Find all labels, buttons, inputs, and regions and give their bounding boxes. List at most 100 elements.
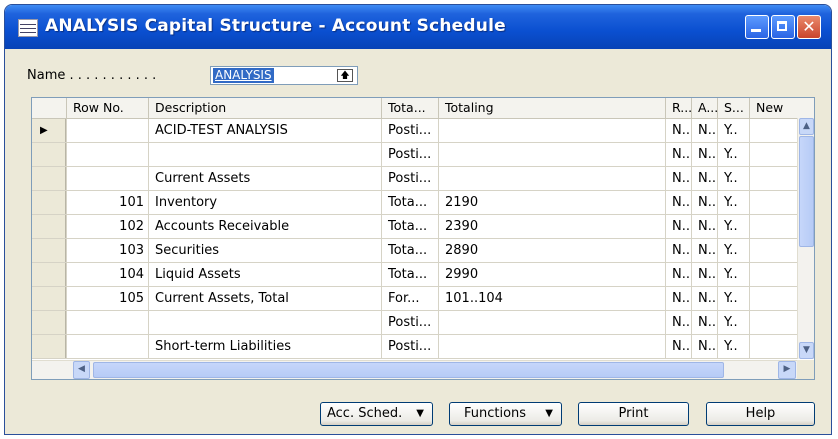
cell-totaling-type[interactable]: Posti...: [381, 119, 438, 142]
table-row[interactable]: 104 Liquid Assets Tota... 2990 N.. N.. Y..: [32, 263, 797, 287]
column-header-description[interactable]: Description: [148, 98, 381, 118]
print-button[interactable]: Print: [578, 402, 689, 426]
row-selector[interactable]: [32, 335, 66, 358]
scroll-left-icon[interactable]: ◀: [73, 361, 90, 379]
cell-totaling-type[interactable]: Posti...: [381, 335, 438, 358]
table-row[interactable]: 103 Securities Tota... 2890 N.. N.. Y..: [32, 239, 797, 263]
cell-totaling-type[interactable]: Tota...: [381, 215, 438, 238]
row-selector[interactable]: [32, 287, 66, 310]
cell-a[interactable]: N..: [691, 311, 717, 334]
cell-a[interactable]: N..: [691, 143, 717, 166]
horizontal-scrollbar[interactable]: ◀ ▶: [32, 360, 797, 379]
cell-totaling-type[interactable]: For...: [381, 287, 438, 310]
cell-s[interactable]: Y..: [717, 215, 749, 238]
cell-new[interactable]: [749, 311, 797, 334]
table-row[interactable]: Current Assets Posti... N.. N.. Y..: [32, 167, 797, 191]
column-header-totaling[interactable]: Totaling: [438, 98, 665, 118]
cell-new[interactable]: [749, 167, 797, 190]
column-header-a[interactable]: A...: [691, 98, 717, 118]
cell-totaling[interactable]: [438, 143, 665, 166]
cell-totaling-type[interactable]: Posti...: [381, 311, 438, 334]
cell-description[interactable]: Securities: [148, 239, 381, 262]
cell-s[interactable]: Y..: [717, 191, 749, 214]
cell-totaling[interactable]: 2190: [438, 191, 665, 214]
row-selector[interactable]: [32, 167, 66, 190]
cell-totaling[interactable]: 2390: [438, 215, 665, 238]
cell-description[interactable]: [148, 311, 381, 334]
cell-totaling[interactable]: [438, 311, 665, 334]
cell-totaling-type[interactable]: Posti...: [381, 167, 438, 190]
cell-s[interactable]: Y..: [717, 119, 749, 142]
cell-row-no[interactable]: 103: [66, 239, 148, 262]
column-header-row-no[interactable]: Row No.: [66, 98, 148, 118]
cell-new[interactable]: [749, 215, 797, 238]
cell-totaling[interactable]: 2890: [438, 239, 665, 262]
cell-new[interactable]: [749, 287, 797, 310]
cell-description[interactable]: [148, 143, 381, 166]
row-selector[interactable]: [32, 239, 66, 262]
cell-row-no[interactable]: 102: [66, 215, 148, 238]
cell-totaling-type[interactable]: Tota...: [381, 263, 438, 286]
column-header-new[interactable]: New: [749, 98, 797, 118]
cell-new[interactable]: [749, 191, 797, 214]
cell-r[interactable]: N..: [665, 143, 691, 166]
table-row[interactable]: Short-term Liabilities Posti... N.. N.. Y..: [32, 335, 797, 359]
cell-a[interactable]: N..: [691, 239, 717, 262]
cell-s[interactable]: Y..: [717, 335, 749, 358]
cell-row-no[interactable]: [66, 119, 148, 142]
column-header-totaling-type[interactable]: Tota...: [381, 98, 438, 118]
cell-new[interactable]: [749, 143, 797, 166]
cell-row-no[interactable]: [66, 311, 148, 334]
cell-s[interactable]: Y..: [717, 263, 749, 286]
cell-s[interactable]: Y..: [717, 311, 749, 334]
horizontal-scroll-thumb[interactable]: [93, 362, 724, 378]
cell-totaling[interactable]: 101..104: [438, 287, 665, 310]
cell-row-no[interactable]: [66, 335, 148, 358]
table-row[interactable]: 102 Accounts Receivable Tota... 2390 N.. N.. Y…: [32, 215, 797, 239]
name-field[interactable]: ANALYSIS 🡅: [210, 66, 358, 85]
cell-totaling-type[interactable]: Posti...: [381, 143, 438, 166]
close-button[interactable]: ✕: [797, 15, 821, 39]
row-selector[interactable]: ▶: [32, 119, 66, 142]
vertical-scrollbar[interactable]: ▲ ▼: [797, 118, 814, 359]
account-schedule-grid[interactable]: Row No. Description Tota... Totaling R..…: [31, 97, 815, 380]
cell-row-no[interactable]: 101: [66, 191, 148, 214]
table-row[interactable]: ▶ ACID-TEST ANALYSIS Posti... N.. N.. Y..: [32, 119, 797, 143]
row-selector[interactable]: [32, 311, 66, 334]
cell-totaling[interactable]: [438, 167, 665, 190]
cell-r[interactable]: N..: [665, 119, 691, 142]
minimize-button[interactable]: [745, 15, 769, 39]
help-button[interactable]: Help: [706, 402, 815, 426]
cell-s[interactable]: Y..: [717, 167, 749, 190]
cell-description[interactable]: Current Assets, Total: [148, 287, 381, 310]
cell-description[interactable]: Inventory: [148, 191, 381, 214]
cell-a[interactable]: N..: [691, 215, 717, 238]
cell-row-no[interactable]: [66, 167, 148, 190]
cell-new[interactable]: [749, 263, 797, 286]
cell-a[interactable]: N..: [691, 119, 717, 142]
cell-row-no[interactable]: 105: [66, 287, 148, 310]
name-value[interactable]: ANALYSIS: [213, 68, 274, 83]
cell-new[interactable]: [749, 119, 797, 142]
cell-description[interactable]: Short-term Liabilities: [148, 335, 381, 358]
cell-totaling[interactable]: [438, 335, 665, 358]
row-selector[interactable]: [32, 215, 66, 238]
maximize-button[interactable]: [771, 15, 795, 39]
cell-totaling[interactable]: [438, 119, 665, 142]
cell-description[interactable]: Liquid Assets: [148, 263, 381, 286]
cell-totaling-type[interactable]: Tota...: [381, 191, 438, 214]
cell-a[interactable]: N..: [691, 191, 717, 214]
table-row[interactable]: Posti... N.. N.. Y..: [32, 311, 797, 335]
cell-r[interactable]: N..: [665, 263, 691, 286]
cell-description[interactable]: ACID-TEST ANALYSIS: [148, 119, 381, 142]
scroll-right-icon[interactable]: ▶: [778, 361, 796, 379]
acc-sched-button[interactable]: Acc. Sched. ▼: [320, 402, 433, 426]
title-bar[interactable]: ANALYSIS Capital Structure - Account Sch…: [5, 5, 831, 49]
row-selector[interactable]: [32, 191, 66, 214]
cell-new[interactable]: [749, 239, 797, 262]
cell-a[interactable]: N..: [691, 287, 717, 310]
column-header-r[interactable]: R...: [665, 98, 691, 118]
table-row[interactable]: Posti... N.. N.. Y..: [32, 143, 797, 167]
cell-s[interactable]: Y..: [717, 239, 749, 262]
row-selector[interactable]: [32, 143, 66, 166]
